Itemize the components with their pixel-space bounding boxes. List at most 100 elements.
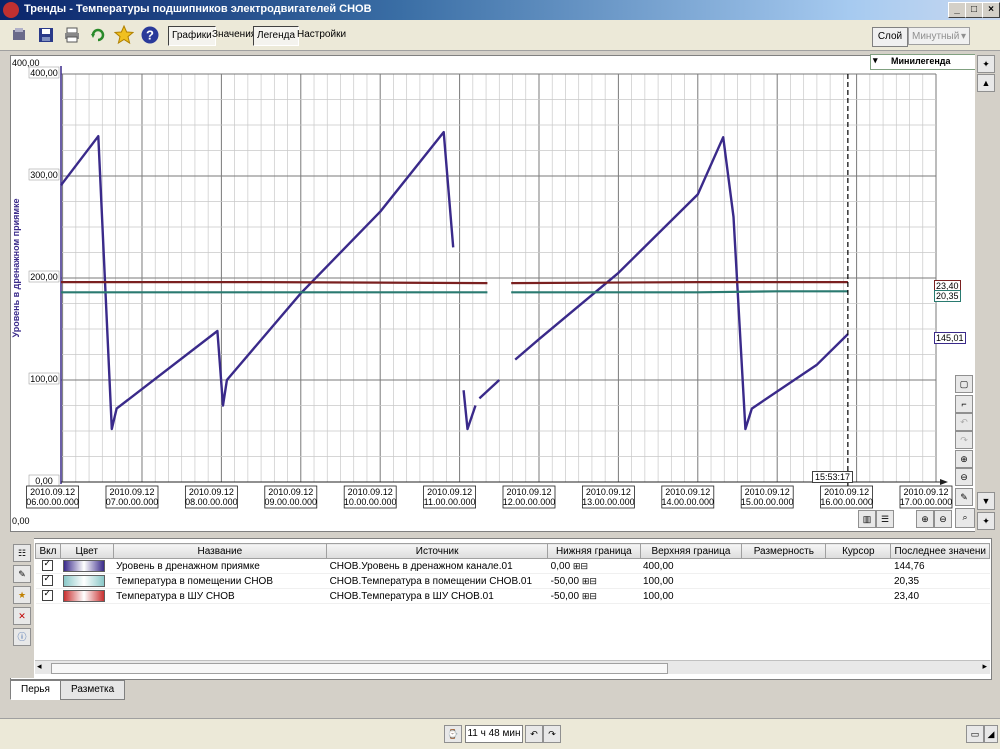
y-tick: 200,00 (28, 270, 60, 283)
column-header[interactable]: Цвет (59, 543, 114, 559)
adjust-icon[interactable]: ⊞⊟ (582, 576, 597, 586)
pin-icon[interactable]: ✦ (977, 55, 995, 73)
x-axis-arrow (940, 479, 948, 485)
open-icon[interactable] (10, 25, 30, 45)
horizontal-scrollbar[interactable]: ◂ ▸ (35, 660, 990, 674)
scroll-right-icon[interactable]: ▸ (982, 661, 987, 672)
layer-button[interactable]: Слой (872, 27, 908, 47)
zoom-out-icon[interactable]: ⊖ (955, 468, 973, 486)
bar-chart-icon[interactable]: ▥ (858, 510, 876, 528)
star-icon[interactable]: ★ (13, 586, 31, 604)
table-row[interactable]: Температура в помещении СНОВСНОВ.Темпера… (35, 573, 990, 589)
column-header[interactable]: Размерность (741, 543, 827, 559)
interval-select[interactable]: Минутный ▾ (908, 27, 970, 45)
enabled-checkbox[interactable] (35, 573, 61, 589)
redo-icon[interactable]: ↷ (955, 431, 973, 449)
table-row[interactable]: Температура в ШУ СНОВСНОВ.Температура в … (35, 588, 990, 604)
tab-markup[interactable]: Разметка (60, 680, 126, 700)
y-tick-label: 0,00 (35, 476, 53, 486)
edit-icon[interactable]: ✎ (13, 565, 31, 583)
cursor-icon[interactable]: ⌐ (955, 395, 973, 413)
rewind-icon[interactable]: ↶ (525, 725, 543, 743)
pen-low: -50,00 ⊞⊟ (547, 588, 640, 604)
x-tick-date: 2010.09.12 (745, 487, 790, 497)
close-button[interactable]: × (982, 2, 1000, 18)
column-header[interactable]: Курсор (825, 543, 892, 559)
minilegend-dropdown[interactable]: ▾ Минилегенда (870, 54, 976, 70)
series-line (61, 281, 488, 285)
y-tick-label: 100,00 (30, 374, 58, 384)
x-tick-date: 2010.09.12 (348, 487, 393, 497)
tab-values[interactable]: Значения (209, 26, 259, 44)
edit-icon[interactable]: ✎ (955, 488, 973, 506)
column-header[interactable]: Верхняя граница (639, 543, 743, 559)
search-icon[interactable]: ⌕ (955, 508, 975, 528)
pen-low: -50,00 ⊞⊟ (547, 573, 640, 589)
zoom-out-icon[interactable]: ⊖ (934, 510, 952, 528)
tab-pens[interactable]: Перья (10, 680, 61, 700)
scroll-up-icon[interactable]: ▲ (977, 74, 995, 92)
x-tick-time: 15.00.00.000 (741, 497, 794, 507)
x-tick: 2010.09.1207.00.00.000 (105, 485, 159, 509)
color-cell[interactable] (60, 573, 114, 589)
maximize-button[interactable]: □ (965, 2, 983, 18)
tab-settings[interactable]: Настройки (294, 26, 349, 44)
scroll-left-icon[interactable]: ◂ (37, 661, 42, 672)
refresh-icon[interactable] (88, 25, 108, 45)
pen-name: Температура в помещении СНОВ (113, 573, 327, 589)
forward-icon[interactable]: ↷ (543, 725, 561, 743)
chart-area[interactable]: 400,00 300,00 200,00 100,00 0,00 2010.09.12 06… (10, 55, 977, 532)
favorites-star-icon[interactable] (114, 25, 134, 45)
column-header[interactable]: Источник (326, 543, 549, 559)
x-tick: 2010.09.1206.00.00.000 (26, 485, 79, 509)
enabled-checkbox[interactable] (35, 558, 61, 574)
table-row[interactable]: Уровень в дренажном приямкеСНОВ.Уровень … (35, 558, 990, 574)
svg-text:?: ? (146, 28, 154, 43)
delete-icon[interactable]: ✕ (13, 607, 31, 625)
y-tick-label: 400,00 (30, 68, 58, 78)
color-cell[interactable] (60, 588, 114, 604)
list-icon[interactable]: ☷ (13, 544, 31, 562)
enabled-checkbox[interactable] (35, 588, 61, 604)
column-header[interactable]: Название (112, 543, 328, 559)
tab-legend[interactable]: Легенда (253, 26, 300, 46)
color-swatch (63, 575, 106, 587)
save-icon[interactable] (36, 25, 56, 45)
resize-grip-icon[interactable]: ◢ (984, 725, 998, 743)
x-tick-date: 2010.09.12 (109, 487, 154, 497)
y-tick: 400,00 (28, 66, 60, 79)
print-icon[interactable] (62, 25, 82, 45)
x-tick: 2010.09.1209.00.00.000 (264, 485, 318, 509)
y-axis-label: Уровень в дренажном приямке (11, 198, 21, 337)
pen-cursor (825, 558, 891, 574)
pen-high: 400,00 (640, 558, 742, 574)
minimize-panel-icon[interactable]: ▭ (966, 725, 984, 743)
color-swatch (63, 590, 106, 602)
fit-icon[interactable]: ▢ (955, 375, 973, 393)
pen-name: Уровень в дренажном приямке (113, 558, 327, 574)
pin-icon[interactable]: ✦ (977, 512, 995, 530)
trend-chart[interactable]: 400,00300,00200,00100,000,002010.09.1206… (11, 56, 976, 531)
table-header: Вкл Цвет Название Источник Нижняя границ… (35, 543, 990, 559)
color-cell[interactable] (60, 558, 114, 574)
minimize-button[interactable]: _ (948, 2, 966, 18)
list-view-icon[interactable]: ☰ (876, 510, 894, 528)
x-tick-time: 13.00.00.000 (582, 497, 635, 507)
scroll-down-icon[interactable]: ▼ (977, 492, 995, 510)
adjust-icon[interactable]: ⊞⊟ (573, 561, 588, 571)
zoom-in-icon[interactable]: ⊕ (916, 510, 934, 528)
column-header[interactable]: Нижняя граница (547, 543, 641, 559)
x-tick-time: 06.00.00.000 (26, 497, 79, 507)
scrollbar-thumb[interactable] (51, 663, 668, 674)
info-icon[interactable]: ⓘ (13, 628, 31, 646)
x-tick-date: 2010.09.12 (824, 487, 869, 497)
clock-icon[interactable]: ⌚ (444, 725, 462, 743)
adjust-icon[interactable]: ⊞⊟ (582, 591, 597, 601)
y-tick: 0,00 (28, 474, 60, 487)
pen-last-value: 20,35 (890, 573, 990, 589)
column-header[interactable]: Последнее значени (890, 543, 990, 559)
column-header[interactable]: Вкл (35, 543, 61, 559)
undo-icon[interactable]: ↶ (955, 413, 973, 431)
help-icon[interactable]: ? (140, 25, 160, 45)
zoom-in-icon[interactable]: ⊕ (955, 450, 973, 468)
